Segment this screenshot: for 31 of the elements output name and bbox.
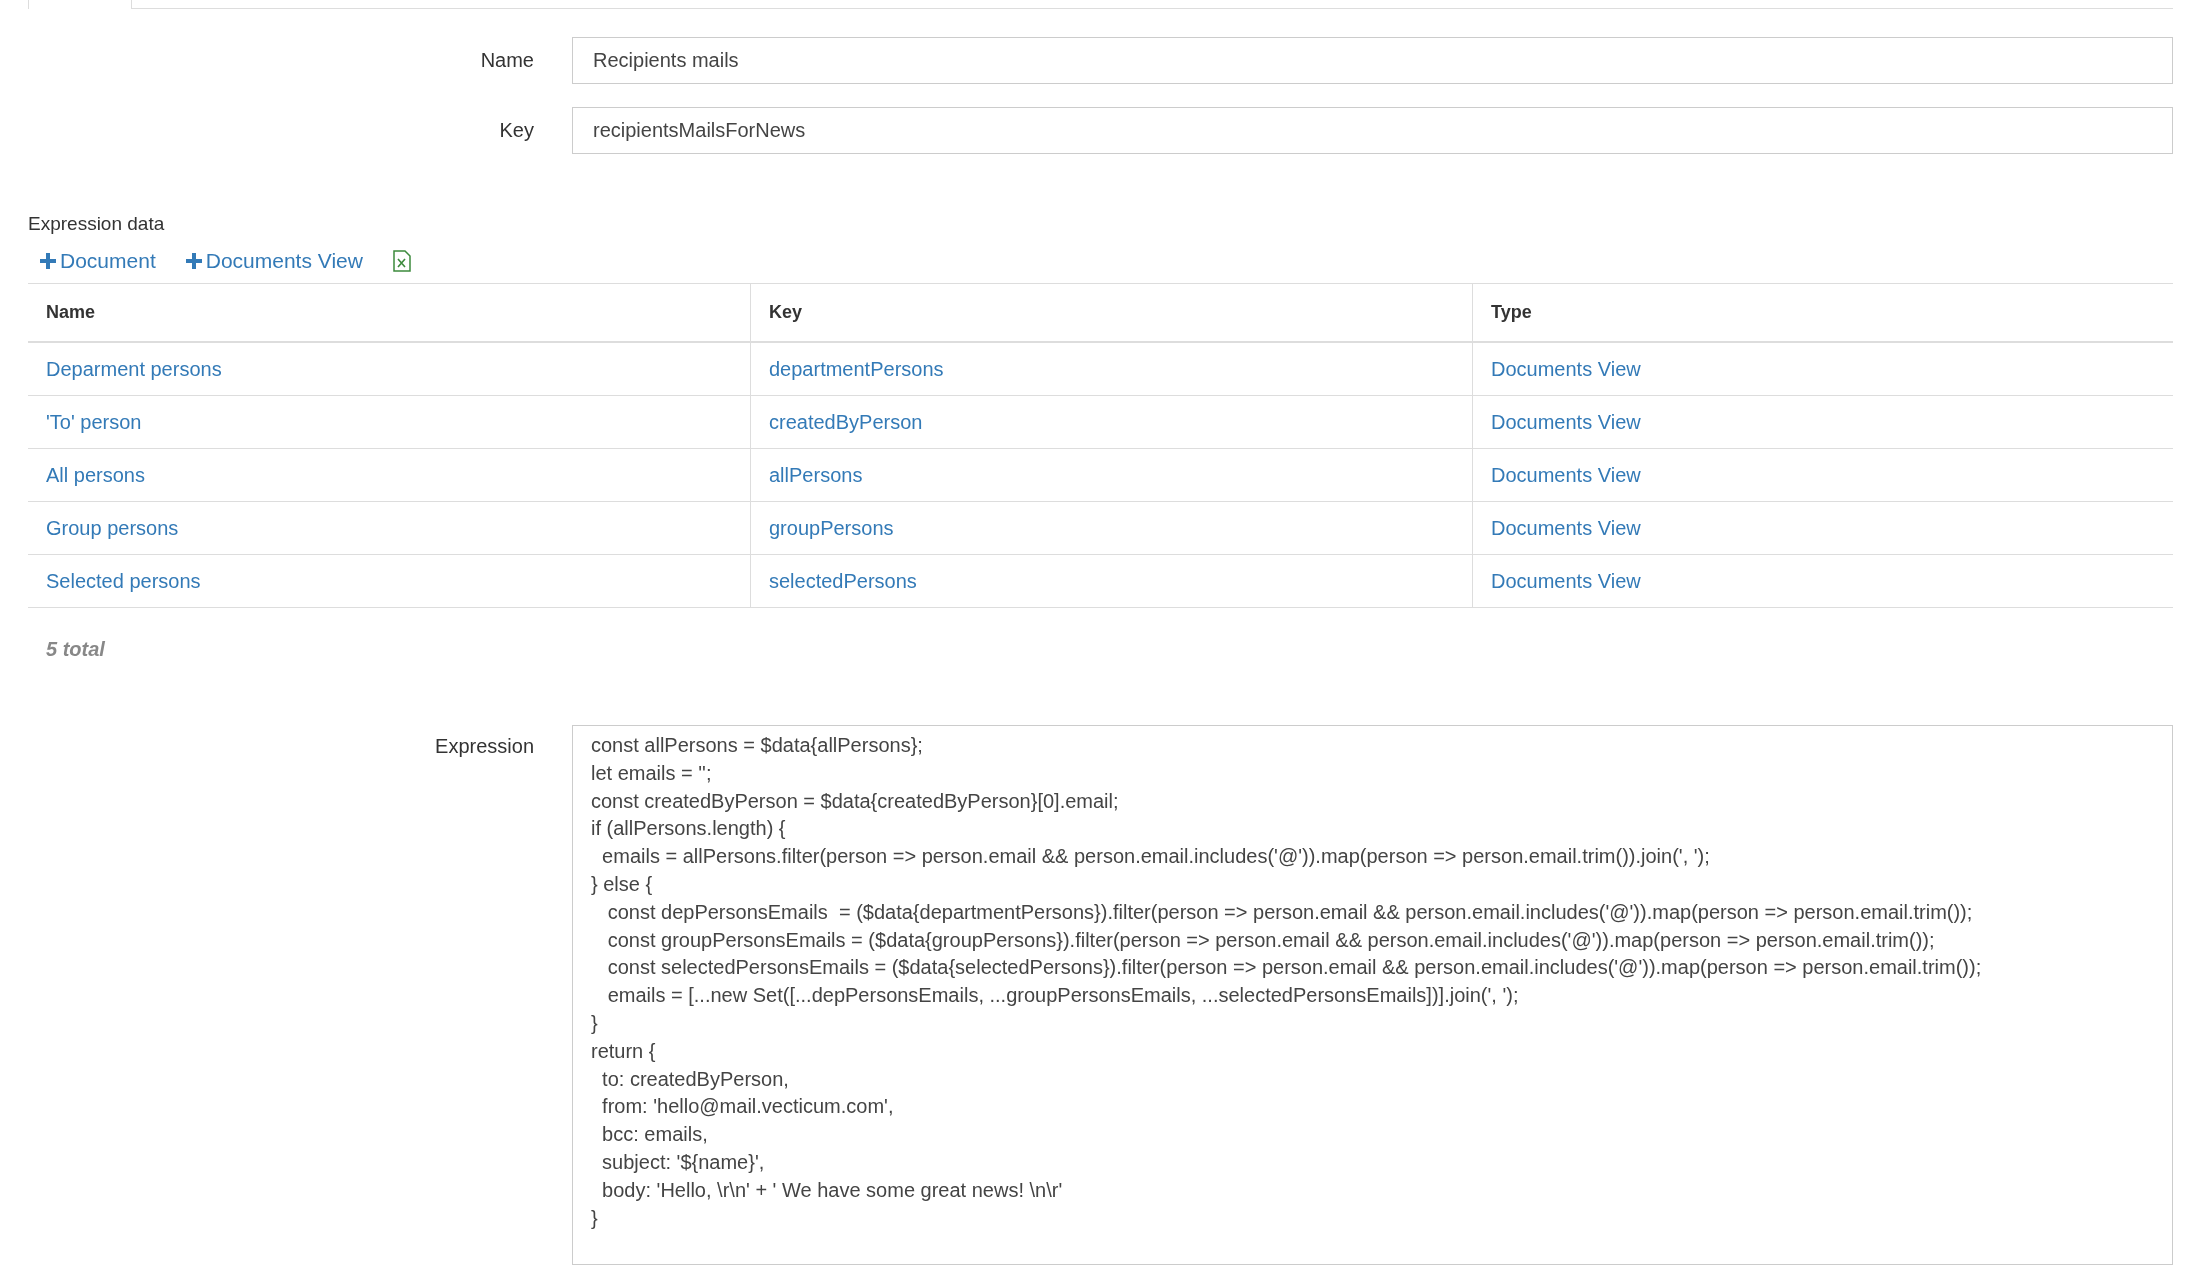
table-link[interactable]: allPersons (750, 449, 1472, 502)
input-field[interactable]: Recipients mails (572, 37, 2173, 84)
column-header: Name (28, 284, 750, 343)
table-link[interactable]: Documents View (1472, 502, 2173, 555)
table-link[interactable]: createdByPerson (750, 396, 1472, 449)
table-link[interactable]: 'To' person (28, 396, 750, 449)
table-link[interactable]: Documents View (1472, 449, 2173, 502)
table-link[interactable]: Documents View (1472, 396, 2173, 449)
table-link[interactable]: Deparment persons (28, 343, 750, 396)
field-label: Key (498, 119, 534, 142)
table-link[interactable]: Selected persons (28, 555, 750, 608)
add-link[interactable]: Document (40, 249, 156, 273)
plus-icon (185, 253, 202, 269)
table-link[interactable]: departmentPersons (750, 343, 1472, 396)
spreadsheet-file-icon[interactable] (392, 250, 411, 272)
total-count: 5 total (45, 637, 106, 661)
table-link[interactable]: groupPersons (750, 502, 1472, 555)
field-label: Name (479, 49, 534, 72)
column-header: Key (750, 284, 1472, 343)
table-link[interactable]: All persons (28, 449, 750, 502)
table-link[interactable]: selectedPersons (750, 555, 1472, 608)
column-header: Type (1472, 284, 2173, 343)
input-field[interactable]: recipientsMailsForNews (572, 107, 2173, 154)
plus-icon (40, 253, 56, 269)
table-link[interactable]: Documents View (1472, 343, 2173, 396)
add-link[interactable]: Documents View (185, 249, 363, 273)
table-link[interactable]: Group persons (28, 502, 750, 555)
section-title: Expression data (28, 213, 166, 235)
field-label: Expression (434, 734, 534, 759)
table-link[interactable]: Documents View (1472, 555, 2173, 608)
code-editor-field[interactable]: const allPersons = $data{allPersons}; let emails = ''; const createdByPerson = $data{createdByPerson}[0].email; if (allPersons.length) { emails = allPersons.filter(person => person.email && person.email.includes('@')).map(person => person.email.trim()).join(', '); } else { const depPersonsEmails = ($data{departmentPersons}).filter(person => person.email && person.email.includes('@')).map(person => person.email.trim()); const groupPersonsEmails = ($data{groupPersons}).filter(person => person.email && person.email.includes('@')).map(person => person.email.trim()); const selectedPersonsEmails = ($data{selectedPersons}).filter(person => person.email && person.email.includes('@')).map(person => person.email.trim()); emails = [...new Set([...depPersonsEmails, ...groupPersonsEmails, ...selectedPersonsEmails])].join(', '); } return { to: createdByPerson, from: 'hello@mail.vecticum.com', bcc: emails, subject: '${name}', body: 'Hello, \r\n' + ' We have some great news! \n\r' } (572, 725, 2173, 1265)
